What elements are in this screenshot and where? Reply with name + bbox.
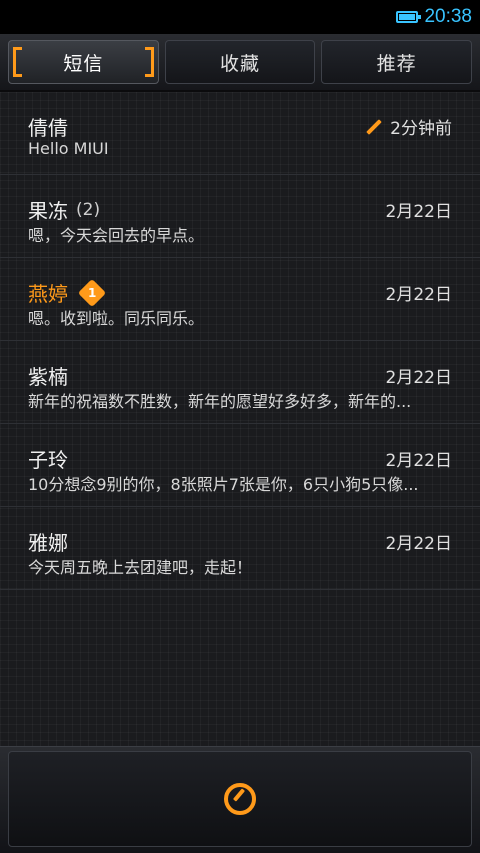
- tab-favorites[interactable]: 收藏: [164, 40, 316, 84]
- tab-label: 短信: [63, 52, 104, 75]
- pencil-icon: [366, 119, 382, 135]
- tab-bar: 短信 收藏 推荐: [0, 34, 480, 92]
- message-date: 2月22日: [386, 446, 452, 471]
- contact-name-text: 倩倩: [28, 116, 68, 140]
- contact-name-text: 雅娜: [28, 531, 68, 555]
- list-item[interactable]: 倩倩 2分钟前 Hello MIUI: [0, 92, 480, 175]
- list-item[interactable]: 紫楠 2月22日 新年的祝福数不胜数，新年的愿望好多好多，新年的...: [0, 341, 480, 424]
- status-time: 20:38: [424, 6, 472, 27]
- message-preview: Hello MIUI: [28, 139, 109, 158]
- date-text: 2月22日: [385, 202, 452, 222]
- list-item[interactable]: 燕婷 1 2月22日 嗯。收到啦。同乐同乐。: [0, 258, 480, 341]
- contact-name-text: 燕婷: [28, 282, 68, 306]
- battery-icon: [396, 11, 422, 23]
- list-item[interactable]: 果冻 (2) 2月22日 嗯，今天会回去的早点。: [0, 175, 480, 258]
- badge-count: 1: [87, 285, 97, 300]
- conversation-list: 倩倩 2分钟前 Hello MIUI 果冻 (2) 2月22日 嗯，今天会回去的早…: [0, 92, 480, 746]
- message-date: 2月22日: [386, 529, 452, 554]
- list-item[interactable]: 雅娜 2月22日 今天周五晚上去团建吧，走起！: [0, 507, 480, 590]
- message-date: 2月22日: [386, 363, 452, 388]
- contact-name: 果冻 (2): [28, 195, 100, 224]
- bottom-bar: [0, 746, 480, 853]
- tab-label: 收藏: [220, 52, 261, 75]
- date-text: 2月22日: [385, 285, 452, 305]
- contact-name-text: 果冻: [28, 199, 68, 223]
- contact-name: 子玲: [28, 444, 68, 473]
- message-preview: 嗯。收到啦。同乐同乐。: [28, 309, 205, 328]
- contact-name: 燕婷 1: [28, 278, 107, 307]
- compose-icon: [224, 783, 256, 815]
- date-text: 2月22日: [385, 534, 452, 554]
- contact-name: 紫楠: [28, 361, 68, 390]
- tab-messages[interactable]: 短信: [8, 40, 159, 84]
- tab-label: 推荐: [376, 52, 417, 75]
- contact-name-text: 紫楠: [28, 365, 68, 389]
- message-preview: 今天周五晚上去团建吧，走起！: [28, 558, 253, 577]
- message-preview: 新年的祝福数不胜数，新年的愿望好多好多，新年的...: [28, 392, 412, 411]
- contact-name-text: 子玲: [28, 448, 68, 472]
- tab-recommended[interactable]: 推荐: [321, 40, 473, 84]
- date-text: 2月22日: [385, 451, 452, 471]
- message-preview: 10分想念9别的你，8张照片7张是你，6只小狗5只像...: [28, 475, 419, 494]
- status-bar: 20:38: [0, 0, 480, 34]
- message-date: 2月22日: [386, 197, 452, 222]
- message-date: 2分钟前: [366, 114, 452, 139]
- list-item[interactable]: 子玲 2月22日 10分想念9别的你，8张照片7张是你，6只小狗5只像...: [0, 424, 480, 507]
- contact-name: 雅娜: [28, 527, 68, 556]
- message-date: 2月22日: [386, 280, 452, 305]
- message-preview: 嗯，今天会回去的早点。: [28, 226, 205, 245]
- date-text: 2分钟前: [390, 119, 452, 139]
- message-count: (2): [76, 199, 101, 220]
- compose-button[interactable]: [8, 751, 472, 847]
- contact-name: 倩倩: [28, 112, 68, 141]
- unread-badge: 1: [77, 278, 107, 307]
- date-text: 2月22日: [385, 368, 452, 388]
